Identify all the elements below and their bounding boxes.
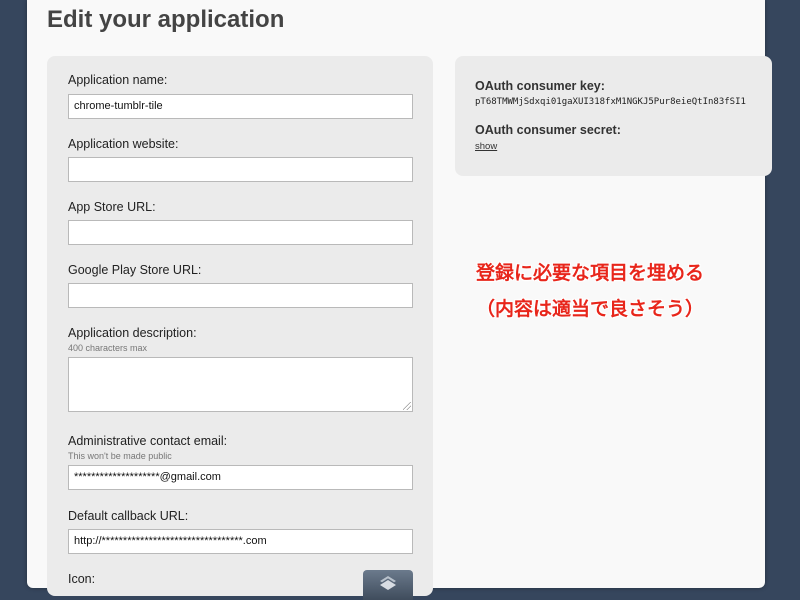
annotation-line-2: （内容は適当で良さそう） <box>475 298 704 320</box>
google-play-url-input[interactable] <box>68 283 413 308</box>
application-name-label: Application name: <box>68 73 168 87</box>
app-store-url-label: App Store URL: <box>68 200 156 214</box>
application-description-label: Application description: <box>68 326 197 340</box>
icon-label: Icon: <box>68 572 96 586</box>
stack-icon <box>380 576 396 590</box>
admin-email-hint: This won't be made public <box>68 451 172 461</box>
application-description-textarea[interactable] <box>68 357 413 412</box>
show-secret-link[interactable]: show <box>475 141 497 152</box>
description-hint: 400 characters max <box>68 343 148 353</box>
application-website-input[interactable] <box>68 157 413 182</box>
oauth-consumer-key-value: pT68TMWMjSdxqi01gaXUI318fxM1NGKJ5Pur8eie… <box>475 97 746 107</box>
oauth-panel <box>455 56 772 176</box>
annotation-line-1: 登録に必要な項目を埋める <box>475 262 704 284</box>
admin-email-label: Administrative contact email: <box>68 434 228 448</box>
application-name-input[interactable]: chrome-tumblr-tile <box>68 94 413 119</box>
oauth-consumer-secret-label: OAuth consumer secret: <box>475 123 621 137</box>
oauth-consumer-key-label: OAuth consumer key: <box>475 79 605 93</box>
admin-email-input[interactable]: ********************@gmail.com <box>68 465 413 490</box>
resize-handle-icon[interactable] <box>403 402 411 410</box>
callback-url-label: Default callback URL: <box>68 509 189 523</box>
icon-upload-button[interactable] <box>363 570 413 600</box>
page-title: Edit your application <box>47 6 285 33</box>
app-store-url-input[interactable] <box>68 220 413 245</box>
google-play-url-label: Google Play Store URL: <box>68 263 202 277</box>
application-website-label: Application website: <box>68 137 179 151</box>
callback-url-input[interactable]: http://*********************************… <box>68 529 413 554</box>
